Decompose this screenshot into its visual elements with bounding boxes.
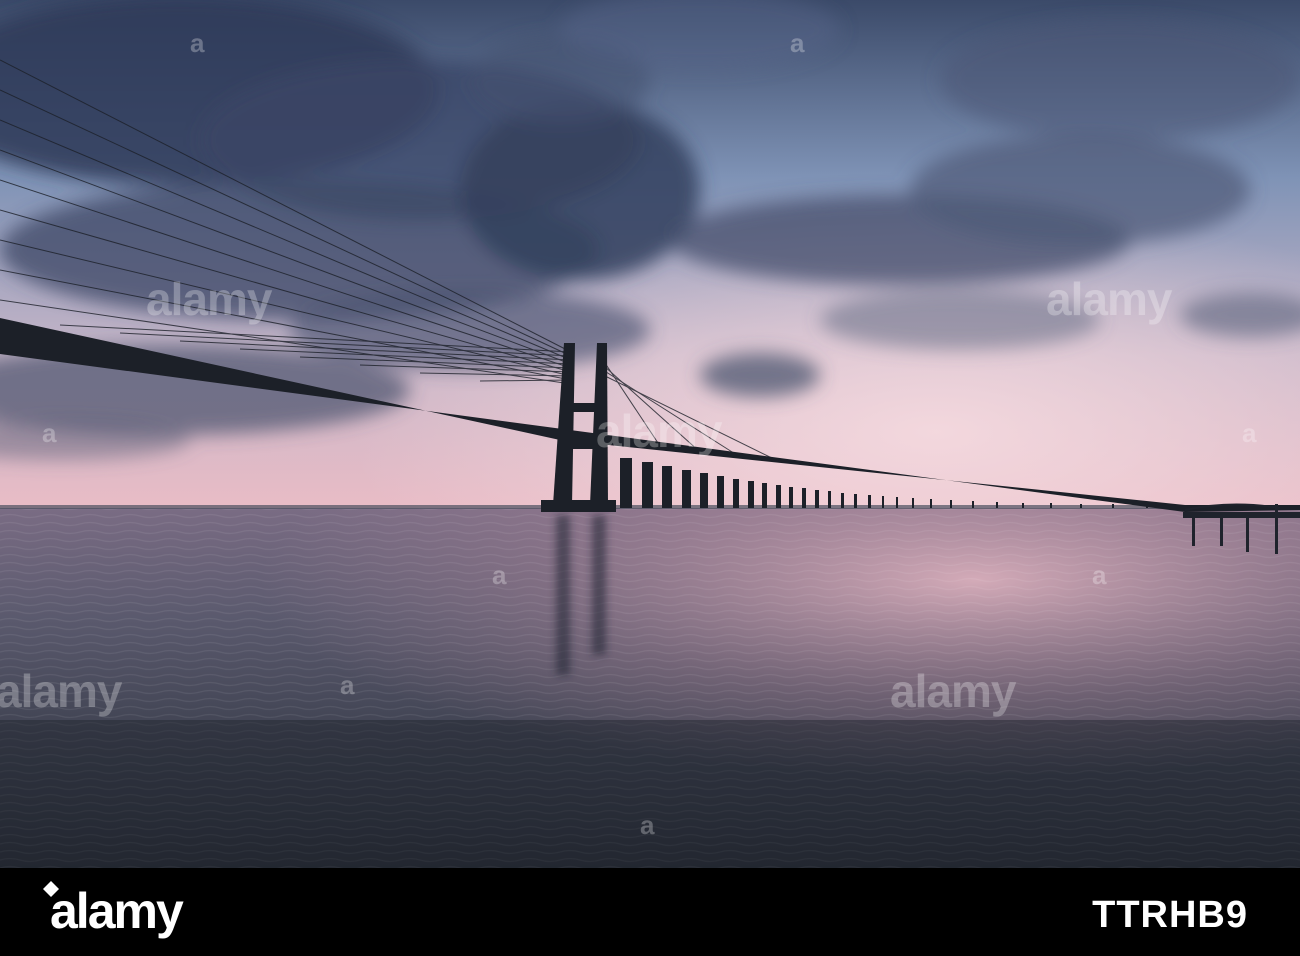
bridge-photo — [0, 0, 1300, 868]
bridge-scene — [0, 0, 1300, 868]
stock-footer-bar: alamy TTRHB9 — [0, 868, 1300, 956]
foreground-shadow — [0, 720, 1300, 868]
footer-logo-text: alamy — [50, 883, 184, 939]
stock-photo-page: a a alamy alamy alamy a a a a alamy alam… — [0, 0, 1300, 956]
image-id: TTRHB9 — [1092, 894, 1248, 936]
